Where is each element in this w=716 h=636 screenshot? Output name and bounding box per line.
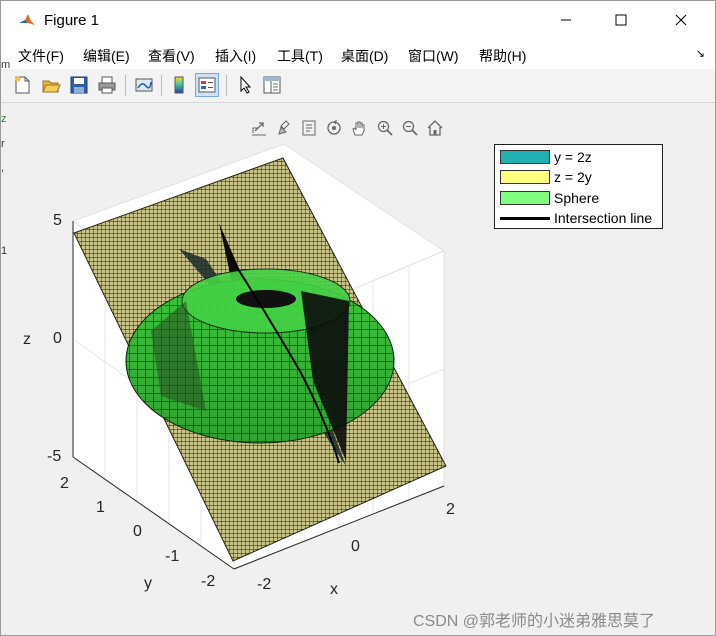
y-tick-label: -1 [165,548,180,565]
x-tick-label: 2 [446,501,455,518]
y-tick-label: -2 [201,573,216,590]
legend-label: z = 2y [554,169,592,185]
z-axis-label: z [23,331,31,348]
legend-line [500,217,550,220]
legend-label: Intersection line [554,210,653,226]
legend-label: Sphere [554,190,600,206]
y-tick-label: 1 [96,499,105,516]
z-tick-label: 0 [53,330,62,347]
legend-entry: z = 2y [499,168,659,185]
legend-box[interactable]: y = 2z z = 2y Sphere Intersection line [494,144,663,229]
x-axis-label: x [330,581,338,598]
legend-label: y = 2z [554,149,592,165]
z-tick-label: 5 [53,212,62,229]
legend-swatch [500,150,550,164]
legend-entry: Intersection line [499,209,659,226]
y-tick-label: 0 [133,523,142,540]
legend-swatch [500,191,550,205]
figure-window: Figure 1 文件(F) 编辑(E) 查看(V) 插入(I) 工具(T) 桌… [0,0,716,636]
legend-entry: Sphere [499,189,659,206]
z-tick-label: -5 [47,448,62,465]
y-axis-label: y [144,575,152,592]
y-tick-label: 2 [60,475,69,492]
legend-swatch [500,170,550,184]
legend-entry: y = 2z [499,148,659,165]
x-tick-label: -2 [257,576,272,593]
watermark-text: CSDN @郭老师的小迷弟雅思莫了 [413,613,656,630]
x-tick-label: 0 [351,538,360,555]
